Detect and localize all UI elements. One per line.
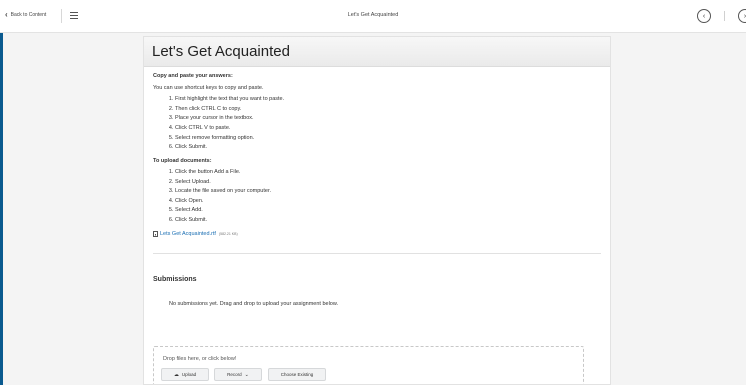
list-item: Locate the file saved on your computer. (175, 187, 601, 197)
attachment-link[interactable]: Lets Get Acquainted.rtf (160, 231, 216, 238)
page-title: Let's Get Acquainted (152, 43, 290, 60)
list-item: Select Upload. (175, 178, 601, 188)
copy-intro-text: You can use shortcut keys to copy and pa… (153, 85, 264, 92)
list-item: Select Add. (175, 206, 601, 216)
document-icon (153, 231, 158, 238)
choose-existing-button[interactable]: Choose Existing (268, 368, 326, 381)
section-divider (153, 252, 601, 254)
choose-existing-label: Choose Existing (280, 372, 314, 377)
list-item: Then click CTRL C to copy. (175, 105, 601, 115)
list-item: First highlight the text that you want t… (175, 95, 601, 105)
record-button-label: Record (227, 372, 242, 377)
list-item: Click the button Add a File. (175, 168, 601, 178)
title-header: Let's Get Acquainted (144, 37, 610, 67)
upload-icon: ☁ (173, 371, 179, 378)
top-navbar: ‹ Back to Content Let's Get Acquainted ‹… (0, 0, 746, 33)
copy-steps-list: First highlight the text that you want t… (153, 95, 601, 153)
left-accent-rail (0, 33, 3, 385)
dropzone-prompt: Drop files here, or click below! (163, 356, 237, 362)
submissions-heading: Submissions (153, 275, 197, 283)
file-dropzone[interactable]: Drop files here, or click below! ☁ Uploa… (153, 346, 584, 384)
record-button[interactable]: Record ⌄ (214, 368, 262, 381)
list-item: Click Submit. (175, 216, 601, 226)
list-item: Select remove formatting option. (175, 134, 601, 144)
chevron-down-icon: ⌄ (244, 371, 249, 378)
topbar-title: Let's Get Acquainted (347, 12, 399, 18)
upload-button[interactable]: ☁ Upload (161, 368, 209, 381)
upload-steps-list: Click the button Add a File. Select Uplo… (153, 168, 601, 226)
chevron-left-circle-icon: ‹ (702, 12, 706, 20)
attachment-size: (582.21 KB) (218, 231, 238, 236)
upload-section-heading: To upload documents: (153, 157, 212, 164)
list-item: Click Submit. (175, 143, 601, 153)
content-panel: Let's Get Acquainted Copy and paste your… (143, 36, 611, 385)
copy-section-heading: Copy and paste your answers: (153, 73, 233, 79)
previous-topic-button[interactable]: ‹ (697, 9, 711, 23)
navbar-divider-right (724, 11, 725, 21)
next-topic-button[interactable]: › (738, 9, 746, 23)
instructions-body: Copy and paste your answers: You can use… (144, 67, 610, 238)
list-item: Click CTRL V to paste. (175, 124, 601, 134)
list-item: Click Open. (175, 197, 601, 207)
submissions-empty-message: No submissions yet. Drag and drop to upl… (169, 300, 339, 307)
attachment-row: Lets Get Acquainted.rtf (582.21 KB) (153, 231, 601, 238)
list-item: Place your cursor in the textbox. (175, 114, 601, 124)
upload-button-label: Upload (181, 372, 197, 377)
